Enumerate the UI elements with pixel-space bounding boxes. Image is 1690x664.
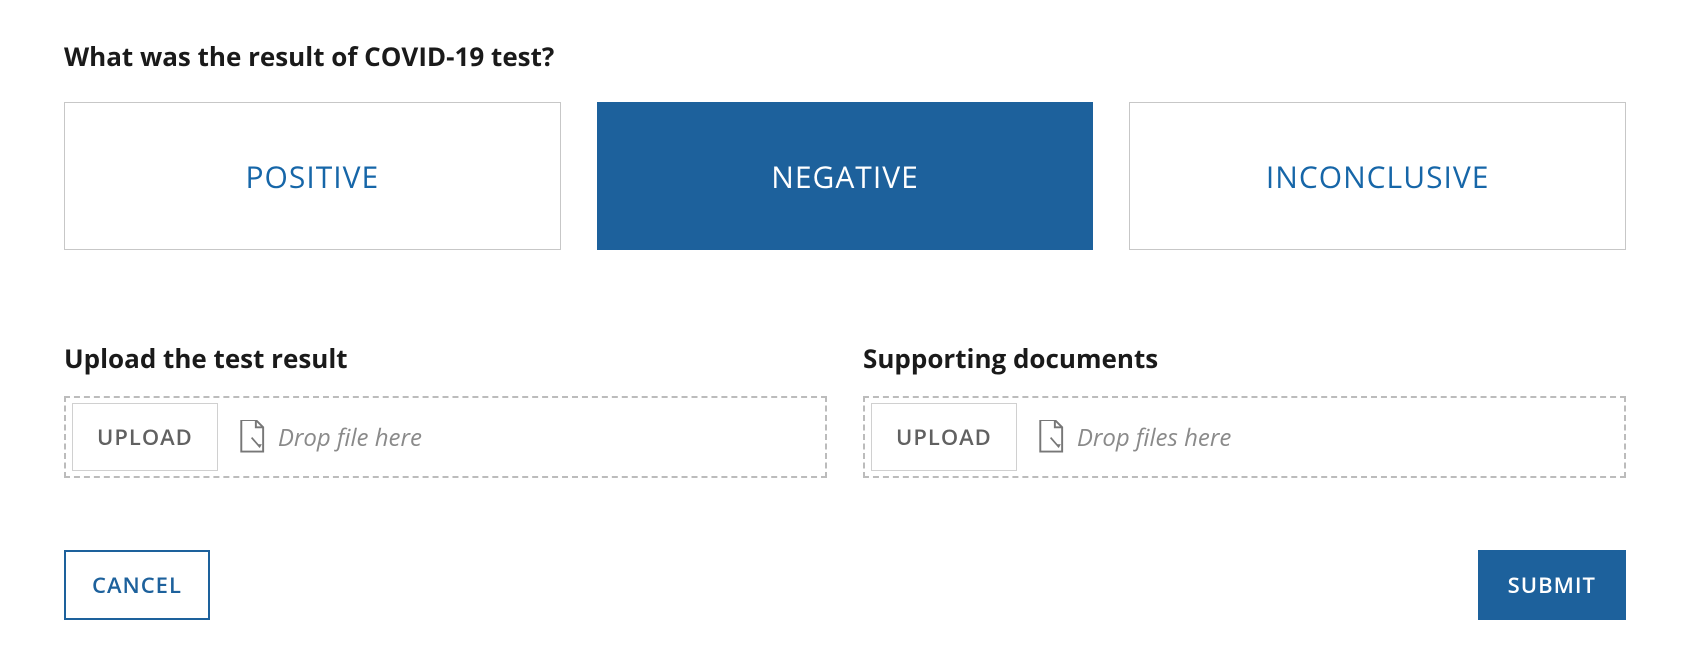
upload-row: Upload the test result UPLOAD Drop file … (64, 340, 1626, 478)
upload-test-result-button[interactable]: UPLOAD (72, 403, 218, 471)
upload-test-result-label: Upload the test result (64, 340, 827, 376)
question-title: What was the result of COVID-19 test? (64, 38, 1626, 74)
upload-supporting-button[interactable]: UPLOAD (871, 403, 1017, 471)
upload-test-result-placeholder: Drop file here (278, 421, 422, 454)
option-negative[interactable]: NEGATIVE (597, 102, 1094, 250)
upload-supporting-hint: Drop files here (1035, 420, 1231, 454)
actions-row: CANCEL SUBMIT (64, 550, 1626, 620)
submit-button[interactable]: SUBMIT (1478, 550, 1626, 620)
cancel-button[interactable]: CANCEL (64, 550, 210, 620)
upload-test-result-hint: Drop file here (236, 420, 422, 454)
option-positive[interactable]: POSITIVE (64, 102, 561, 250)
file-upload-icon (1035, 420, 1065, 454)
upload-supporting-group: Supporting documents UPLOAD Drop files h… (863, 340, 1626, 478)
option-inconclusive[interactable]: INCONCLUSIVE (1129, 102, 1626, 250)
options-row: POSITIVE NEGATIVE INCONCLUSIVE (64, 102, 1626, 250)
upload-test-result-dropzone[interactable]: UPLOAD Drop file here (64, 396, 827, 478)
upload-test-result-group: Upload the test result UPLOAD Drop file … (64, 340, 827, 478)
upload-supporting-label: Supporting documents (863, 340, 1626, 376)
upload-supporting-placeholder: Drop files here (1077, 421, 1231, 454)
upload-supporting-dropzone[interactable]: UPLOAD Drop files here (863, 396, 1626, 478)
file-upload-icon (236, 420, 266, 454)
